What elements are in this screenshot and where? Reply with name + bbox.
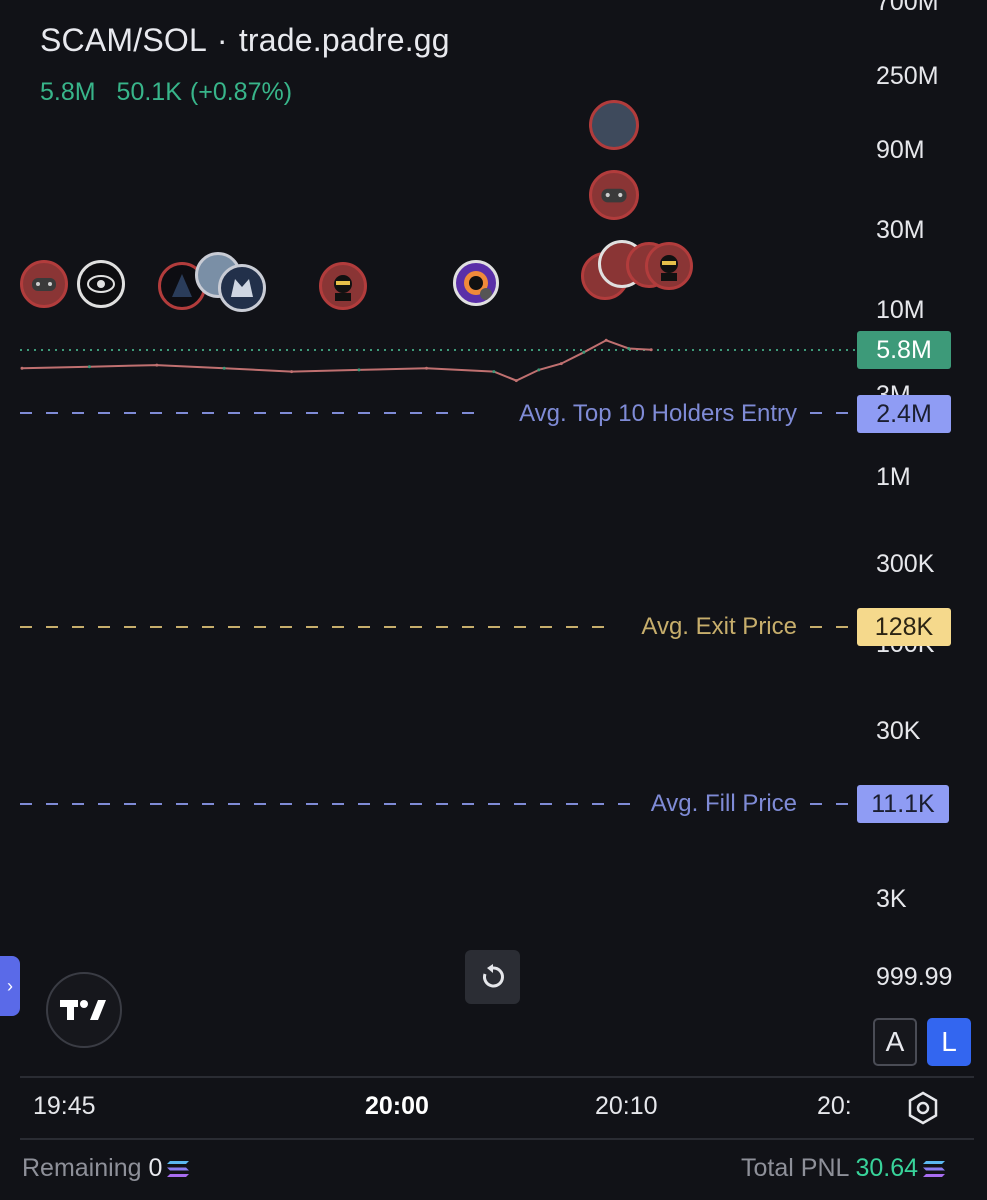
price-point [559, 362, 563, 366]
trader-avatar-gamepad-2[interactable] [589, 170, 639, 220]
x-tick-label: 20: [817, 1092, 852, 1120]
sidebar-toggle-button[interactable]: › [0, 956, 20, 1016]
title-separator: · [216, 22, 228, 58]
hexagon-settings-icon [908, 1091, 938, 1125]
top10-entry-label: Avg. Top 10 Holders Entry [519, 400, 797, 427]
ninja-icon [660, 255, 678, 281]
fill-price-badge: 11.1K [857, 785, 949, 823]
y-tick-label: 30K [876, 717, 921, 745]
exit-price-label: Avg. Exit Price [641, 613, 797, 640]
trader-avatar-wolf[interactable] [218, 264, 266, 312]
chart-settings-button[interactable] [905, 1090, 941, 1131]
tradingview-logo[interactable] [46, 972, 122, 1048]
pnl-label: Total PNL [741, 1154, 849, 1182]
y-tick-label: 3K [876, 885, 907, 913]
price-point [87, 365, 91, 369]
pair-name: SCAM/SOL [40, 22, 206, 58]
price-point [649, 348, 653, 352]
gamepad-icon [601, 188, 627, 203]
price-point [492, 370, 496, 374]
trader-avatar-ninja-2[interactable] [645, 242, 693, 290]
solana-icon [923, 1161, 945, 1178]
price-series-line [21, 339, 652, 382]
y-tick-label: 700M [876, 0, 939, 16]
exit-price-badge: 128K [857, 608, 951, 646]
wolf-icon [231, 279, 253, 297]
trader-avatar-eye[interactable] [77, 260, 125, 308]
y-tick-label: 90M [876, 136, 925, 164]
price-point [222, 366, 226, 370]
rainbow-icon [464, 271, 492, 300]
price-point [290, 370, 294, 374]
price-point [357, 368, 361, 372]
price-point [514, 379, 518, 383]
y-tick-label: 999.99 [876, 963, 953, 991]
x-tick-label: 20:00 [365, 1092, 429, 1120]
price-stats: 5.8M 50.1K (+0.87%) [40, 78, 306, 107]
price-point [582, 350, 586, 354]
top10-entry-badge: 2.4M [857, 395, 951, 433]
y-tick-label: 300K [876, 550, 935, 578]
y-tick-label: 250M [876, 62, 939, 90]
price-point [155, 363, 159, 367]
y-tick-label: 10M [876, 296, 925, 324]
price-point [604, 338, 608, 342]
gamepad-icon [32, 278, 56, 291]
site-name: trade.padre.gg [238, 22, 450, 58]
remaining-value: 0 [148, 1154, 163, 1182]
log-scale-button[interactable]: L [927, 1018, 971, 1066]
ninja-icon [334, 275, 352, 301]
x-tick-label: 19:45 [33, 1092, 96, 1120]
tradingview-logo-icon [60, 1000, 106, 1020]
x-tick-label: 20:10 [595, 1092, 658, 1120]
price-point [627, 347, 631, 350]
current-price-badge: 5.8M [857, 331, 951, 369]
y-tick-label: 1M [876, 463, 911, 491]
trader-avatar-rainbow[interactable] [453, 260, 499, 306]
price-point [20, 366, 24, 370]
trader-avatar-ninja[interactable] [319, 262, 367, 310]
eye-icon [87, 275, 115, 293]
pnl-value: 30.64 [855, 1154, 918, 1182]
chart-title: SCAM/SOL · trade.padre.gg [40, 22, 450, 59]
rotate-icon [482, 964, 504, 988]
change-abs-value: 50.1K [116, 78, 182, 106]
price-point [425, 366, 428, 370]
remaining-label: Remaining [22, 1154, 142, 1182]
trader-avatar-gamepad[interactable] [20, 260, 68, 308]
chart-canvas[interactable] [0, 0, 987, 1200]
remaining-balance: Remaining 0 [22, 1154, 191, 1183]
trader-avatar-cowboy[interactable] [589, 100, 639, 150]
auto-scale-button[interactable]: A [873, 1018, 917, 1066]
change-pct-value: (+0.87%) [189, 78, 293, 106]
reset-chart-button[interactable] [465, 950, 520, 1004]
price-point [537, 368, 541, 372]
solana-icon [167, 1161, 190, 1178]
y-tick-label: 30M [876, 216, 925, 244]
market-cap-value: 5.8M [40, 78, 96, 106]
fill-price-label: Avg. Fill Price [650, 790, 797, 817]
total-pnl: Total PNL 30.64 [741, 1154, 947, 1183]
